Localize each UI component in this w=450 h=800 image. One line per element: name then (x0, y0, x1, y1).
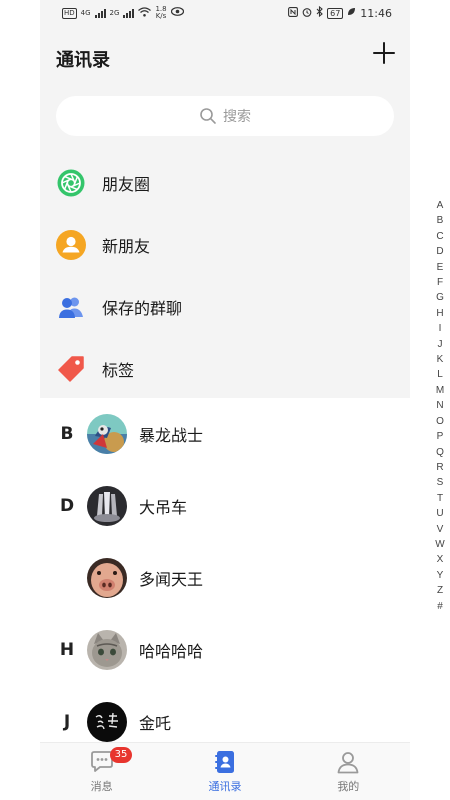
alphabet-letter[interactable]: L (437, 367, 443, 382)
menu-label-new-friends: 新朋友 (102, 237, 151, 256)
tab-me[interactable]: 我的 (287, 743, 410, 800)
alphabet-letter[interactable]: E (437, 260, 444, 275)
tag-icon (56, 354, 86, 384)
contacts-app: HD 4G 2G 1.8 K/s 67 11:46 通讯录 搜索 朋友圈 新朋友… (40, 0, 445, 800)
contact-list: B 暴龙战士 D 大吊车 多闻天王 H 哈哈哈哈 J 金吒 (40, 398, 410, 758)
alphabet-letter[interactable]: K (437, 352, 444, 367)
alphabet-letter[interactable]: Z (437, 583, 443, 598)
alphabet-letter[interactable]: W (435, 537, 444, 552)
tab-messages[interactable]: 消息 35 (40, 743, 163, 800)
alphabet-letter[interactable]: I (439, 321, 442, 336)
page-title: 通讯录 (56, 50, 110, 71)
alphabet-letter[interactable]: G (436, 290, 444, 305)
alphabet-letter[interactable]: F (437, 275, 443, 290)
add-contact-button[interactable] (372, 41, 396, 65)
alarm-icon (302, 7, 312, 20)
status-right: 67 11:46 (288, 5, 392, 20)
alphabet-letter[interactable]: # (437, 599, 443, 614)
alphabet-letter[interactable]: J (438, 337, 443, 352)
alphabet-letter[interactable]: Q (436, 445, 444, 460)
alphabet-letter[interactable]: H (436, 306, 443, 321)
contact-name: 哈哈哈哈 (139, 642, 204, 661)
alphabet-letter[interactable]: U (436, 506, 443, 521)
contact-row[interactable]: D 大吊车 (40, 470, 410, 542)
alphabet-letter[interactable]: O (436, 414, 444, 429)
search-bar[interactable]: 搜索 (56, 96, 394, 136)
clock-time: 11:46 (360, 6, 392, 20)
battery-indicator: 67 (327, 7, 344, 19)
menu-label-saved-groups: 保存的群聊 (102, 299, 183, 318)
network-speed: 1.8 K/s (155, 5, 167, 20)
menu-item-saved-groups[interactable]: 保存的群聊 (40, 276, 410, 338)
contact-name: 大吊车 (139, 498, 188, 517)
left-gutter (0, 0, 40, 800)
contact-name: 金吒 (139, 714, 172, 733)
menu-label-moments: 朋友圈 (102, 175, 151, 194)
contact-name: 暴龙战士 (139, 426, 204, 445)
phone-screen: HD 4G 2G 1.8 K/s 67 11:46 通讯录 搜索 朋友圈 新朋友… (0, 0, 450, 800)
alphabet-letter[interactable]: Y (437, 568, 444, 583)
avatar (87, 486, 127, 526)
avatar (87, 702, 127, 742)
menu-item-tags[interactable]: 标签 (40, 338, 410, 400)
alphabet-letter[interactable]: S (437, 475, 444, 490)
leaf-icon (347, 7, 356, 19)
alphabet-letter[interactable]: B (437, 213, 444, 228)
alphabet-letter[interactable]: P (437, 429, 444, 444)
nfc-icon (288, 6, 299, 20)
bottom-tab-bar: 消息 35 通讯录 我的 (40, 742, 410, 800)
aperture-icon (56, 168, 86, 198)
section-letter: H (59, 640, 75, 660)
signal-strength-2-icon (123, 8, 135, 18)
bluetooth-icon (316, 5, 323, 20)
alphabet-letter[interactable]: V (437, 522, 444, 537)
menu-item-new-friends[interactable]: 新朋友 (40, 214, 410, 276)
status-left: HD 4G 2G 1.8 K/s (62, 6, 184, 20)
menu-list: 朋友圈 新朋友 保存的群聊 标签 (40, 152, 410, 400)
contact-row[interactable]: H 哈哈哈哈 (40, 614, 410, 686)
network-2g-label: 2G (109, 9, 120, 17)
alphabet-letter[interactable]: X (437, 552, 444, 567)
contact-row[interactable]: B 暴龙战士 (40, 398, 410, 470)
unread-badge: 35 (110, 747, 132, 763)
alphabet-letter[interactable]: T (437, 491, 443, 506)
header-area: 通讯录 搜索 朋友圈 新朋友 保存的群聊 标签 (40, 28, 410, 398)
person-icon (56, 230, 86, 260)
search-icon (199, 107, 217, 125)
alphabet-letter[interactable]: M (436, 383, 444, 398)
tab-label-messages: 消息 (90, 780, 113, 793)
alphabet-letter[interactable]: C (436, 229, 443, 244)
menu-item-moments[interactable]: 朋友圈 (40, 152, 410, 214)
alphabet-letter[interactable]: D (436, 244, 443, 259)
alphabet-index[interactable]: A B C D E F G H I J K L M N O P Q R S T U V W X Y Z # (433, 198, 447, 614)
alphabet-letter[interactable]: R (436, 460, 443, 475)
avatar (87, 558, 127, 598)
group-icon (56, 292, 86, 322)
network-4g-label: 4G (80, 9, 91, 17)
alphabet-letter[interactable]: A (437, 198, 444, 213)
alphabet-letter[interactable]: N (436, 398, 443, 413)
user-profile-icon (335, 749, 361, 775)
tab-label-me: 我的 (337, 780, 360, 793)
contact-row[interactable]: 多闻天王 (40, 542, 410, 614)
menu-label-tags: 标签 (102, 361, 135, 380)
section-letter: B (60, 424, 74, 444)
hd-indicator: HD (62, 7, 77, 19)
signal-strength-icon (94, 8, 106, 18)
search-placeholder: 搜索 (223, 109, 251, 125)
avatar (87, 630, 127, 670)
wifi-icon (138, 6, 152, 20)
status-bar: HD 4G 2G 1.8 K/s 67 11:46 (40, 0, 410, 28)
contact-name: 多闻天王 (139, 570, 204, 589)
avatar (87, 414, 127, 454)
section-letter: J (63, 712, 71, 732)
eye-icon (170, 7, 184, 19)
tab-contacts[interactable]: 通讯录 (163, 743, 286, 800)
section-letter: D (59, 496, 75, 516)
contacts-book-icon (212, 749, 238, 775)
tab-label-contacts: 通讯录 (208, 780, 242, 793)
